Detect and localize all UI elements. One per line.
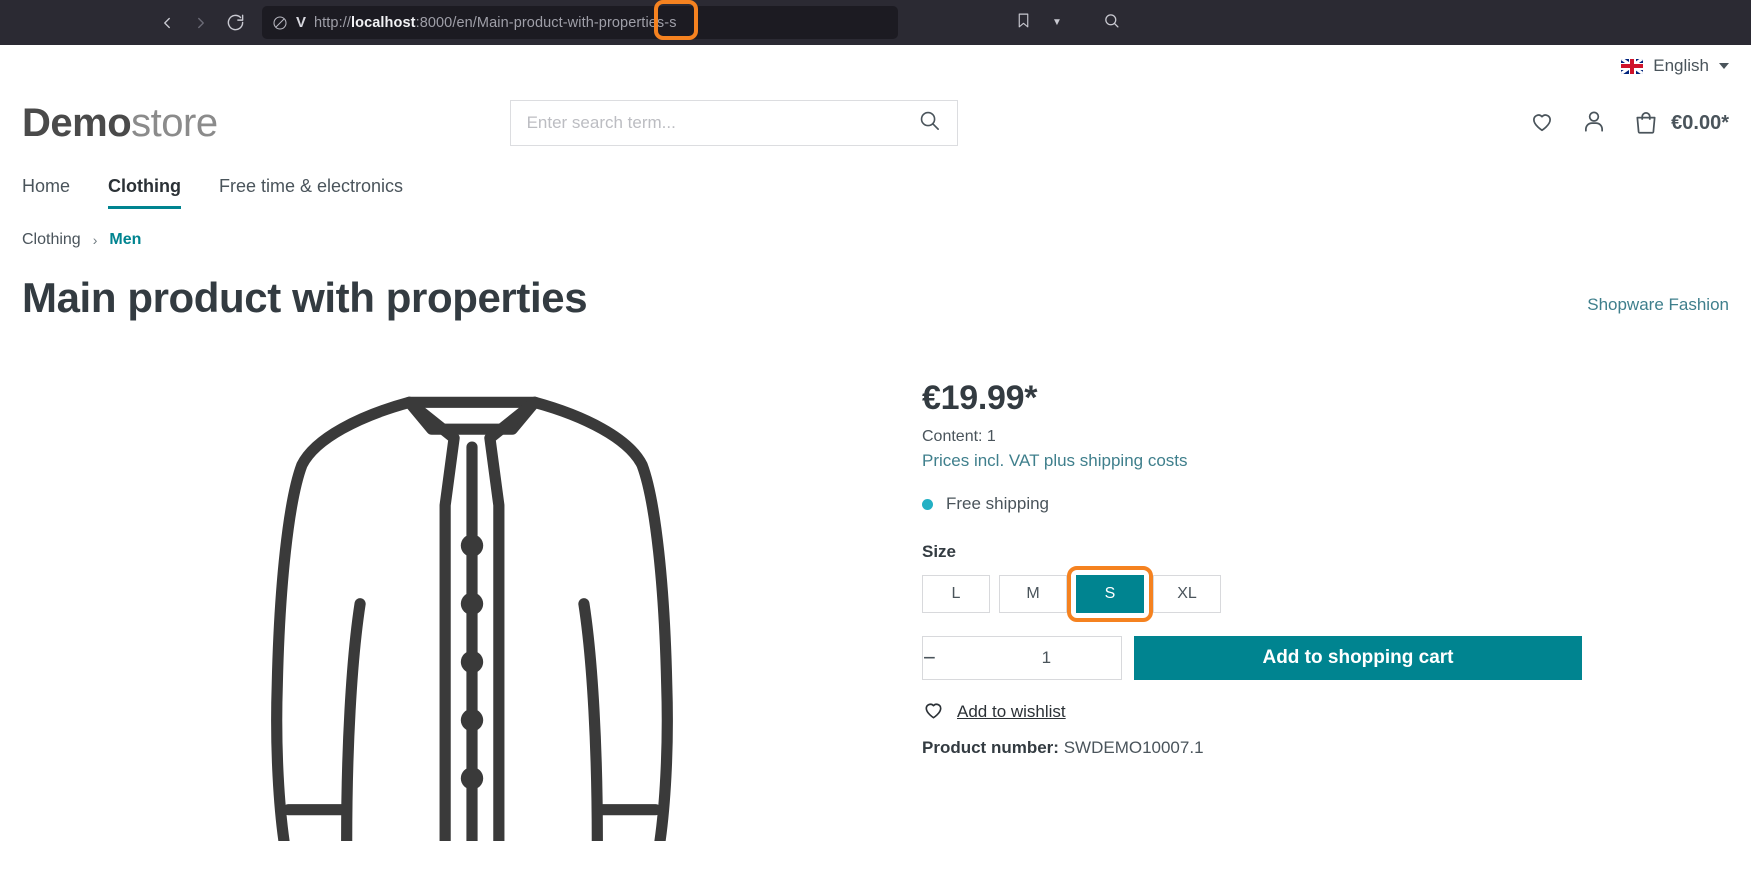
wishlist-button[interactable]	[1529, 108, 1555, 139]
chevron-down-icon: ▼	[1052, 17, 1062, 28]
product-gallery[interactable]	[22, 361, 922, 842]
search-box[interactable]	[509, 100, 958, 146]
add-to-wishlist-button[interactable]: Add to wishlist	[922, 698, 1582, 726]
breadcrumb-item-men[interactable]: Men	[109, 231, 141, 249]
size-option-s[interactable]: S	[1076, 575, 1144, 614]
language-selector[interactable]: English	[1621, 56, 1729, 76]
bookmark-button[interactable]	[1008, 8, 1038, 38]
delivery-status: Free shipping	[922, 494, 1582, 514]
vat-shipping-link[interactable]: Prices incl. VAT plus shipping costs	[922, 451, 1582, 471]
chevron-right-icon	[192, 14, 210, 32]
main-navigation: Home Clothing Free time & electronics	[0, 159, 1751, 209]
size-option-l[interactable]: L	[922, 575, 990, 614]
browser-reload-button[interactable]	[218, 6, 252, 40]
chevron-left-icon	[158, 14, 176, 32]
bookmark-dropdown-button[interactable]: ▼	[1042, 8, 1072, 38]
url-text: http://localhost:8000/en/Main-product-wi…	[314, 14, 677, 31]
size-group-label: Size	[922, 542, 957, 562]
language-label: English	[1653, 56, 1709, 75]
browser-back-button[interactable]	[150, 6, 184, 40]
browser-search-button[interactable]	[1096, 8, 1126, 38]
manufacturer-link[interactable]: Shopware Fashion	[1587, 281, 1729, 315]
product-number-value: SWDEMO10007.1	[1063, 738, 1204, 758]
jacket-illustration-icon	[237, 371, 707, 842]
site-logo[interactable]: Demostore	[22, 103, 218, 143]
delivery-label: Free shipping	[946, 494, 1050, 514]
logo-light: store	[131, 101, 218, 145]
nav-item-clothing[interactable]: Clothing	[108, 176, 181, 209]
quantity-input[interactable]	[935, 648, 1157, 669]
size-options: L M S XL	[922, 566, 1582, 623]
product-buy-box: €19.99* Content: 1 Prices incl. VAT plus…	[922, 361, 1582, 841]
browser-chrome: V http://localhost:8000/en/Main-product-…	[0, 0, 1751, 45]
product-detail: €19.99* Content: 1 Prices incl. VAT plus…	[0, 321, 1751, 842]
size-option-m[interactable]: M	[999, 575, 1067, 614]
cart-button[interactable]: €0.00*	[1633, 110, 1729, 136]
breadcrumb: Clothing › Men	[0, 209, 1751, 249]
logo-bold: Demo	[22, 101, 132, 145]
chevron-down-icon	[1719, 63, 1729, 69]
search-icon	[918, 109, 941, 137]
address-bar[interactable]: V http://localhost:8000/en/Main-product-…	[262, 0, 898, 40]
buy-row: − + Add to shopping cart	[922, 636, 1582, 681]
utility-bar: English	[0, 45, 1751, 87]
product-title-row: Main product with properties Shopware Fa…	[0, 249, 1751, 321]
reload-icon	[226, 13, 245, 32]
uk-flag-icon	[1621, 58, 1644, 74]
cart-total: €0.00*	[1671, 111, 1729, 134]
chevron-right-icon: ›	[92, 232, 98, 248]
size-option-s-wrapper: S	[1067, 566, 1153, 623]
bookmark-icon	[1015, 12, 1032, 34]
product-number-label: Product number:	[922, 738, 1059, 758]
product-content: Content: 1	[922, 428, 996, 446]
heart-icon	[922, 698, 945, 726]
add-to-cart-button[interactable]: Add to shopping cart	[1134, 636, 1582, 681]
search-input[interactable]	[526, 113, 914, 133]
browser-forward-button[interactable]	[184, 6, 218, 40]
nav-item-home[interactable]: Home	[22, 176, 70, 209]
shield-off-icon[interactable]	[272, 15, 288, 31]
search-submit-button[interactable]	[914, 109, 945, 137]
status-dot-icon	[922, 498, 933, 510]
nav-item-free-time-electronics[interactable]: Free time & electronics	[219, 176, 403, 209]
browser-toolbar-right: ▼	[1008, 8, 1126, 38]
heart-icon	[1529, 108, 1555, 139]
breadcrumb-item-clothing[interactable]: Clothing	[22, 231, 81, 249]
product-price: €19.99*	[922, 379, 1038, 418]
v-icon[interactable]: V	[296, 15, 306, 30]
person-icon	[1581, 108, 1607, 139]
site-header: Demostore €0.00*	[0, 87, 1751, 159]
page-title: Main product with properties	[22, 274, 588, 321]
header-actions: €0.00*	[1529, 108, 1729, 139]
bag-icon	[1633, 110, 1659, 136]
add-to-wishlist-label: Add to wishlist	[957, 702, 1066, 722]
search-icon	[1103, 12, 1120, 34]
quantity-stepper[interactable]: − +	[922, 636, 1170, 681]
account-button[interactable]	[1581, 108, 1607, 139]
product-number: Product number: SWDEMO10007.1	[922, 738, 1582, 758]
quantity-decrease-button[interactable]: −	[923, 637, 936, 679]
size-option-xl[interactable]: XL	[1153, 575, 1221, 614]
